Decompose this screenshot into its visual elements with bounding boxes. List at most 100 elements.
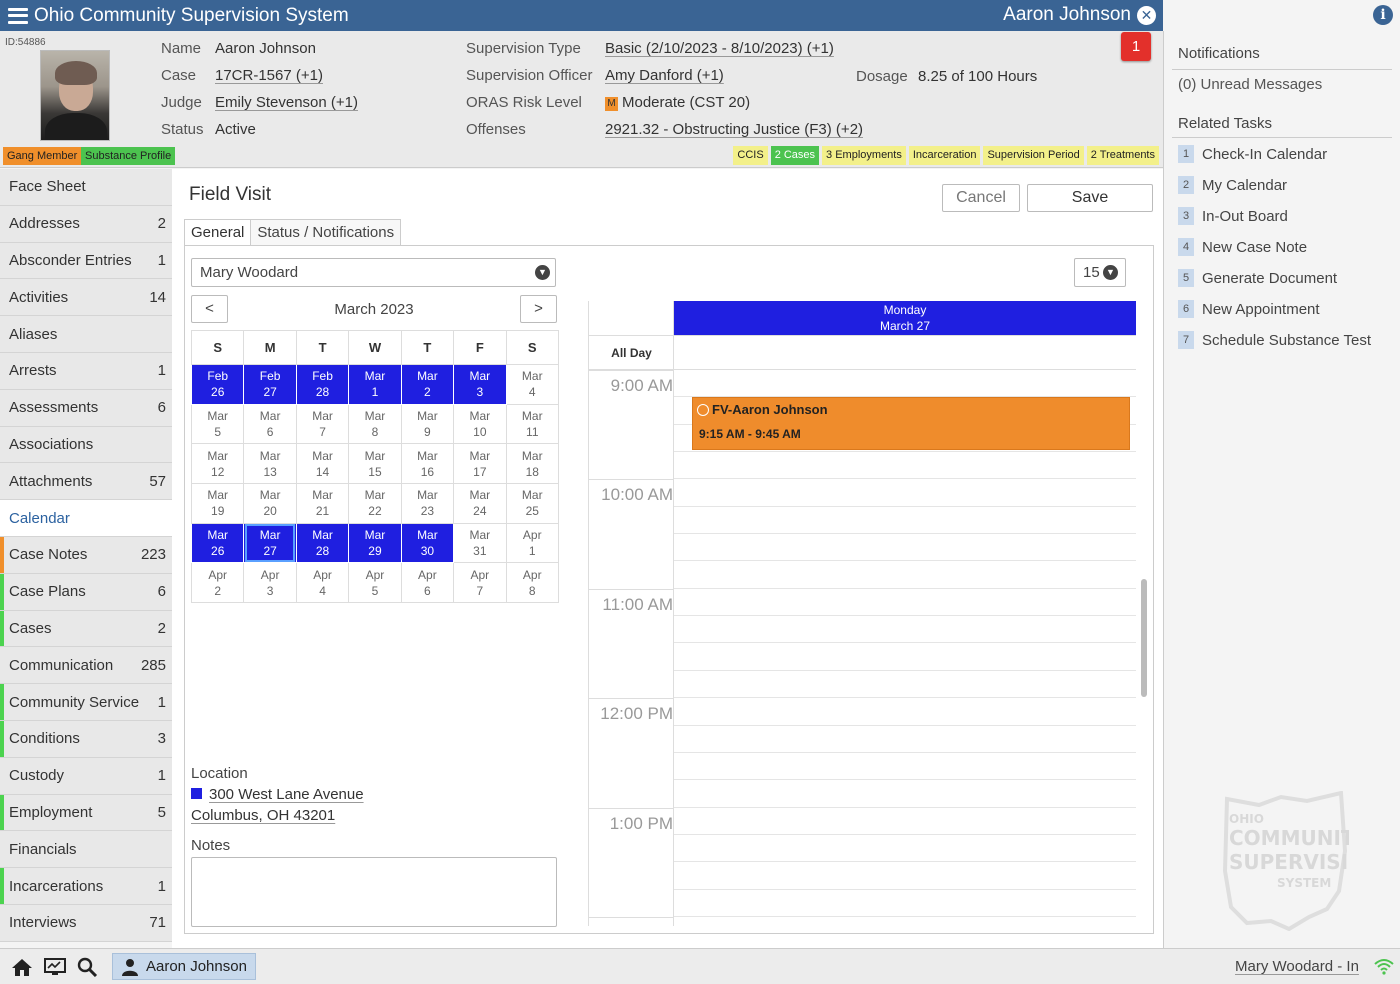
appointment-event[interactable]: FV-Aaron Johnson 9:15 AM - 9:45 AM	[692, 397, 1130, 450]
calendar-day-cell[interactable]: Apr 5	[348, 562, 402, 604]
nav-item-community-service[interactable]: Community Service 1	[0, 684, 172, 721]
hamburger-menu-icon[interactable]	[8, 7, 28, 24]
calendar-day-cell[interactable]: Mar 29	[348, 522, 402, 564]
nav-item-arrests[interactable]: Arrests 1	[0, 352, 172, 390]
related-task-link[interactable]: 1 Check-In Calendar	[1178, 145, 1327, 163]
officer-select[interactable]: Mary Woodard ▼	[191, 258, 556, 287]
calendar-day-cell[interactable]: Apr 4	[295, 562, 350, 604]
related-task-link[interactable]: 5 Generate Document	[1178, 269, 1337, 287]
related-task-link[interactable]: 7 Schedule Substance Test	[1178, 331, 1371, 349]
substance-profile-flag[interactable]: Substance Profile	[81, 147, 176, 165]
calendar-day-cell[interactable]: Mar 1	[348, 364, 402, 405]
calendar-day-cell[interactable]: Mar 30	[400, 522, 455, 564]
time-slot[interactable]	[674, 561, 1136, 589]
nav-item-absconder-entries[interactable]: Absconder Entries 1	[0, 242, 172, 280]
calendar-day-cell[interactable]: Mar 21	[295, 483, 350, 524]
calendar-day-cell[interactable]: Mar 22	[348, 483, 402, 524]
nav-item-case-plans[interactable]: Case Plans 6	[0, 573, 172, 611]
scrollbar-thumb[interactable]	[1141, 579, 1147, 697]
related-task-link[interactable]: 3 In-Out Board	[1178, 207, 1288, 225]
time-slot[interactable]	[674, 917, 1136, 926]
supervision-officer-link[interactable]: Amy Danford (+1)	[605, 67, 724, 84]
time-slot[interactable]	[674, 534, 1136, 562]
notes-textarea[interactable]	[191, 857, 557, 927]
tag-supervision-period[interactable]: Supervision Period	[983, 146, 1084, 165]
time-slot[interactable]	[674, 726, 1136, 753]
calendar-day-cell[interactable]: Mar 12	[190, 443, 245, 485]
calendar-day-cell[interactable]: Mar 23	[400, 483, 455, 524]
time-slot[interactable]	[674, 753, 1136, 781]
nav-item-associations[interactable]: Associations	[0, 426, 172, 464]
nav-item-activities[interactable]: Activities 14	[0, 279, 172, 317]
calendar-day-cell[interactable]: Apr 2	[190, 562, 245, 604]
nav-item-face-sheet[interactable]: Face Sheet	[0, 169, 172, 206]
calendar-day-cell[interactable]: Mar 27	[243, 522, 297, 564]
calendar-day-cell[interactable]: Mar 5	[190, 403, 245, 445]
calendar-day-cell[interactable]: Mar 2	[400, 364, 455, 405]
calendar-day-cell[interactable]: Mar 24	[453, 483, 507, 524]
dashboard-monitor-icon[interactable]	[44, 957, 66, 977]
nav-item-custody[interactable]: Custody 1	[0, 757, 172, 795]
calendar-day-cell[interactable]: Feb 27	[243, 364, 297, 405]
related-task-link[interactable]: 4 New Case Note	[1178, 238, 1307, 256]
calendar-day-cell[interactable]: Apr 7	[453, 562, 507, 604]
case-link[interactable]: 17CR-1567 (+1)	[215, 67, 323, 84]
officer-status-link[interactable]: Mary Woodard - In	[1235, 958, 1359, 975]
search-icon[interactable]	[77, 957, 99, 977]
related-task-link[interactable]: 2 My Calendar	[1178, 176, 1287, 194]
nav-item-employment[interactable]: Employment 5	[0, 794, 172, 832]
calendar-day-cell[interactable]: Mar 4	[505, 364, 560, 405]
calendar-day-cell[interactable]: Mar 16	[400, 443, 455, 485]
nav-item-calendar[interactable]: Calendar	[0, 500, 172, 537]
all-day-row[interactable]: All Day	[589, 335, 1136, 370]
calendar-day-cell[interactable]: Apr 8	[505, 562, 560, 604]
calendar-day-cell[interactable]: Mar 9	[400, 403, 455, 445]
calendar-day-cell[interactable]: Mar 3	[453, 364, 507, 405]
nav-item-interviews[interactable]: Interviews 71	[0, 904, 172, 942]
calendar-day-cell[interactable]: Feb 28	[295, 364, 350, 405]
supervision-type-link[interactable]: Basic (2/10/2023 - 8/10/2023) (+1)	[605, 40, 834, 57]
location-address-line1[interactable]: 300 West Lane Avenue	[191, 786, 364, 803]
calendar-day-cell[interactable]: Mar 11	[505, 403, 560, 445]
calendar-day-cell[interactable]: Feb 26	[190, 364, 245, 405]
time-slot[interactable]	[674, 698, 1136, 726]
tab-general[interactable]: General	[184, 219, 252, 246]
active-client-tab[interactable]: Aaron Johnson	[112, 953, 256, 980]
tab-status-notifications[interactable]: Status / Notifications	[250, 219, 402, 246]
calendar-day-cell[interactable]: Mar 28	[295, 522, 350, 564]
calendar-day-cell[interactable]: Apr 6	[400, 562, 455, 604]
offenses-link[interactable]: 2921.32 - Obstructing Justice (F3) (+2)	[605, 121, 863, 138]
time-slot[interactable]	[674, 644, 1136, 671]
calendar-day-cell[interactable]: Mar 26	[190, 522, 245, 564]
calendar-day-cell[interactable]: Mar 10	[453, 403, 507, 445]
nav-item-cases[interactable]: Cases 2	[0, 610, 172, 648]
gang-member-flag[interactable]: Gang Member	[3, 147, 82, 165]
alert-count-badge[interactable]: 1	[1121, 32, 1151, 61]
nav-item-communication[interactable]: Communication 285	[0, 647, 172, 685]
nav-item-assessments[interactable]: Assessments 6	[0, 389, 172, 427]
time-slot[interactable]	[674, 671, 1136, 699]
judge-link[interactable]: Emily Stevenson (+1)	[215, 94, 358, 111]
time-slot[interactable]	[674, 370, 1136, 398]
time-slot[interactable]	[674, 890, 1136, 917]
time-slot[interactable]	[674, 616, 1136, 644]
save-button[interactable]: Save	[1027, 184, 1153, 212]
nav-item-addresses[interactable]: Addresses 2	[0, 205, 172, 243]
calendar-day-cell[interactable]: Mar 8	[348, 403, 402, 445]
calendar-day-cell[interactable]: Mar 15	[348, 443, 402, 485]
nav-item-incarcerations[interactable]: Incarcerations 1	[0, 868, 172, 905]
time-slot[interactable]	[674, 589, 1136, 617]
nav-item-conditions[interactable]: Conditions 3	[0, 720, 172, 758]
related-task-link[interactable]: 6 New Appointment	[1178, 300, 1320, 318]
nav-item-financials[interactable]: Financials	[0, 831, 172, 869]
nav-item-aliases[interactable]: Aliases	[0, 316, 172, 353]
calendar-day-cell[interactable]: Mar 14	[295, 443, 350, 485]
interval-select[interactable]: 15 ▼	[1074, 258, 1126, 287]
tag-employments[interactable]: 3 Employments	[822, 146, 906, 165]
calendar-day-cell[interactable]: Mar 18	[505, 443, 560, 485]
calendar-day-cell[interactable]: Apr 1	[505, 522, 560, 564]
calendar-day-cell[interactable]: Mar 17	[453, 443, 507, 485]
calendar-day-cell[interactable]: Mar 7	[295, 403, 350, 445]
time-slot[interactable]	[674, 780, 1136, 808]
time-slot[interactable]	[674, 479, 1136, 507]
